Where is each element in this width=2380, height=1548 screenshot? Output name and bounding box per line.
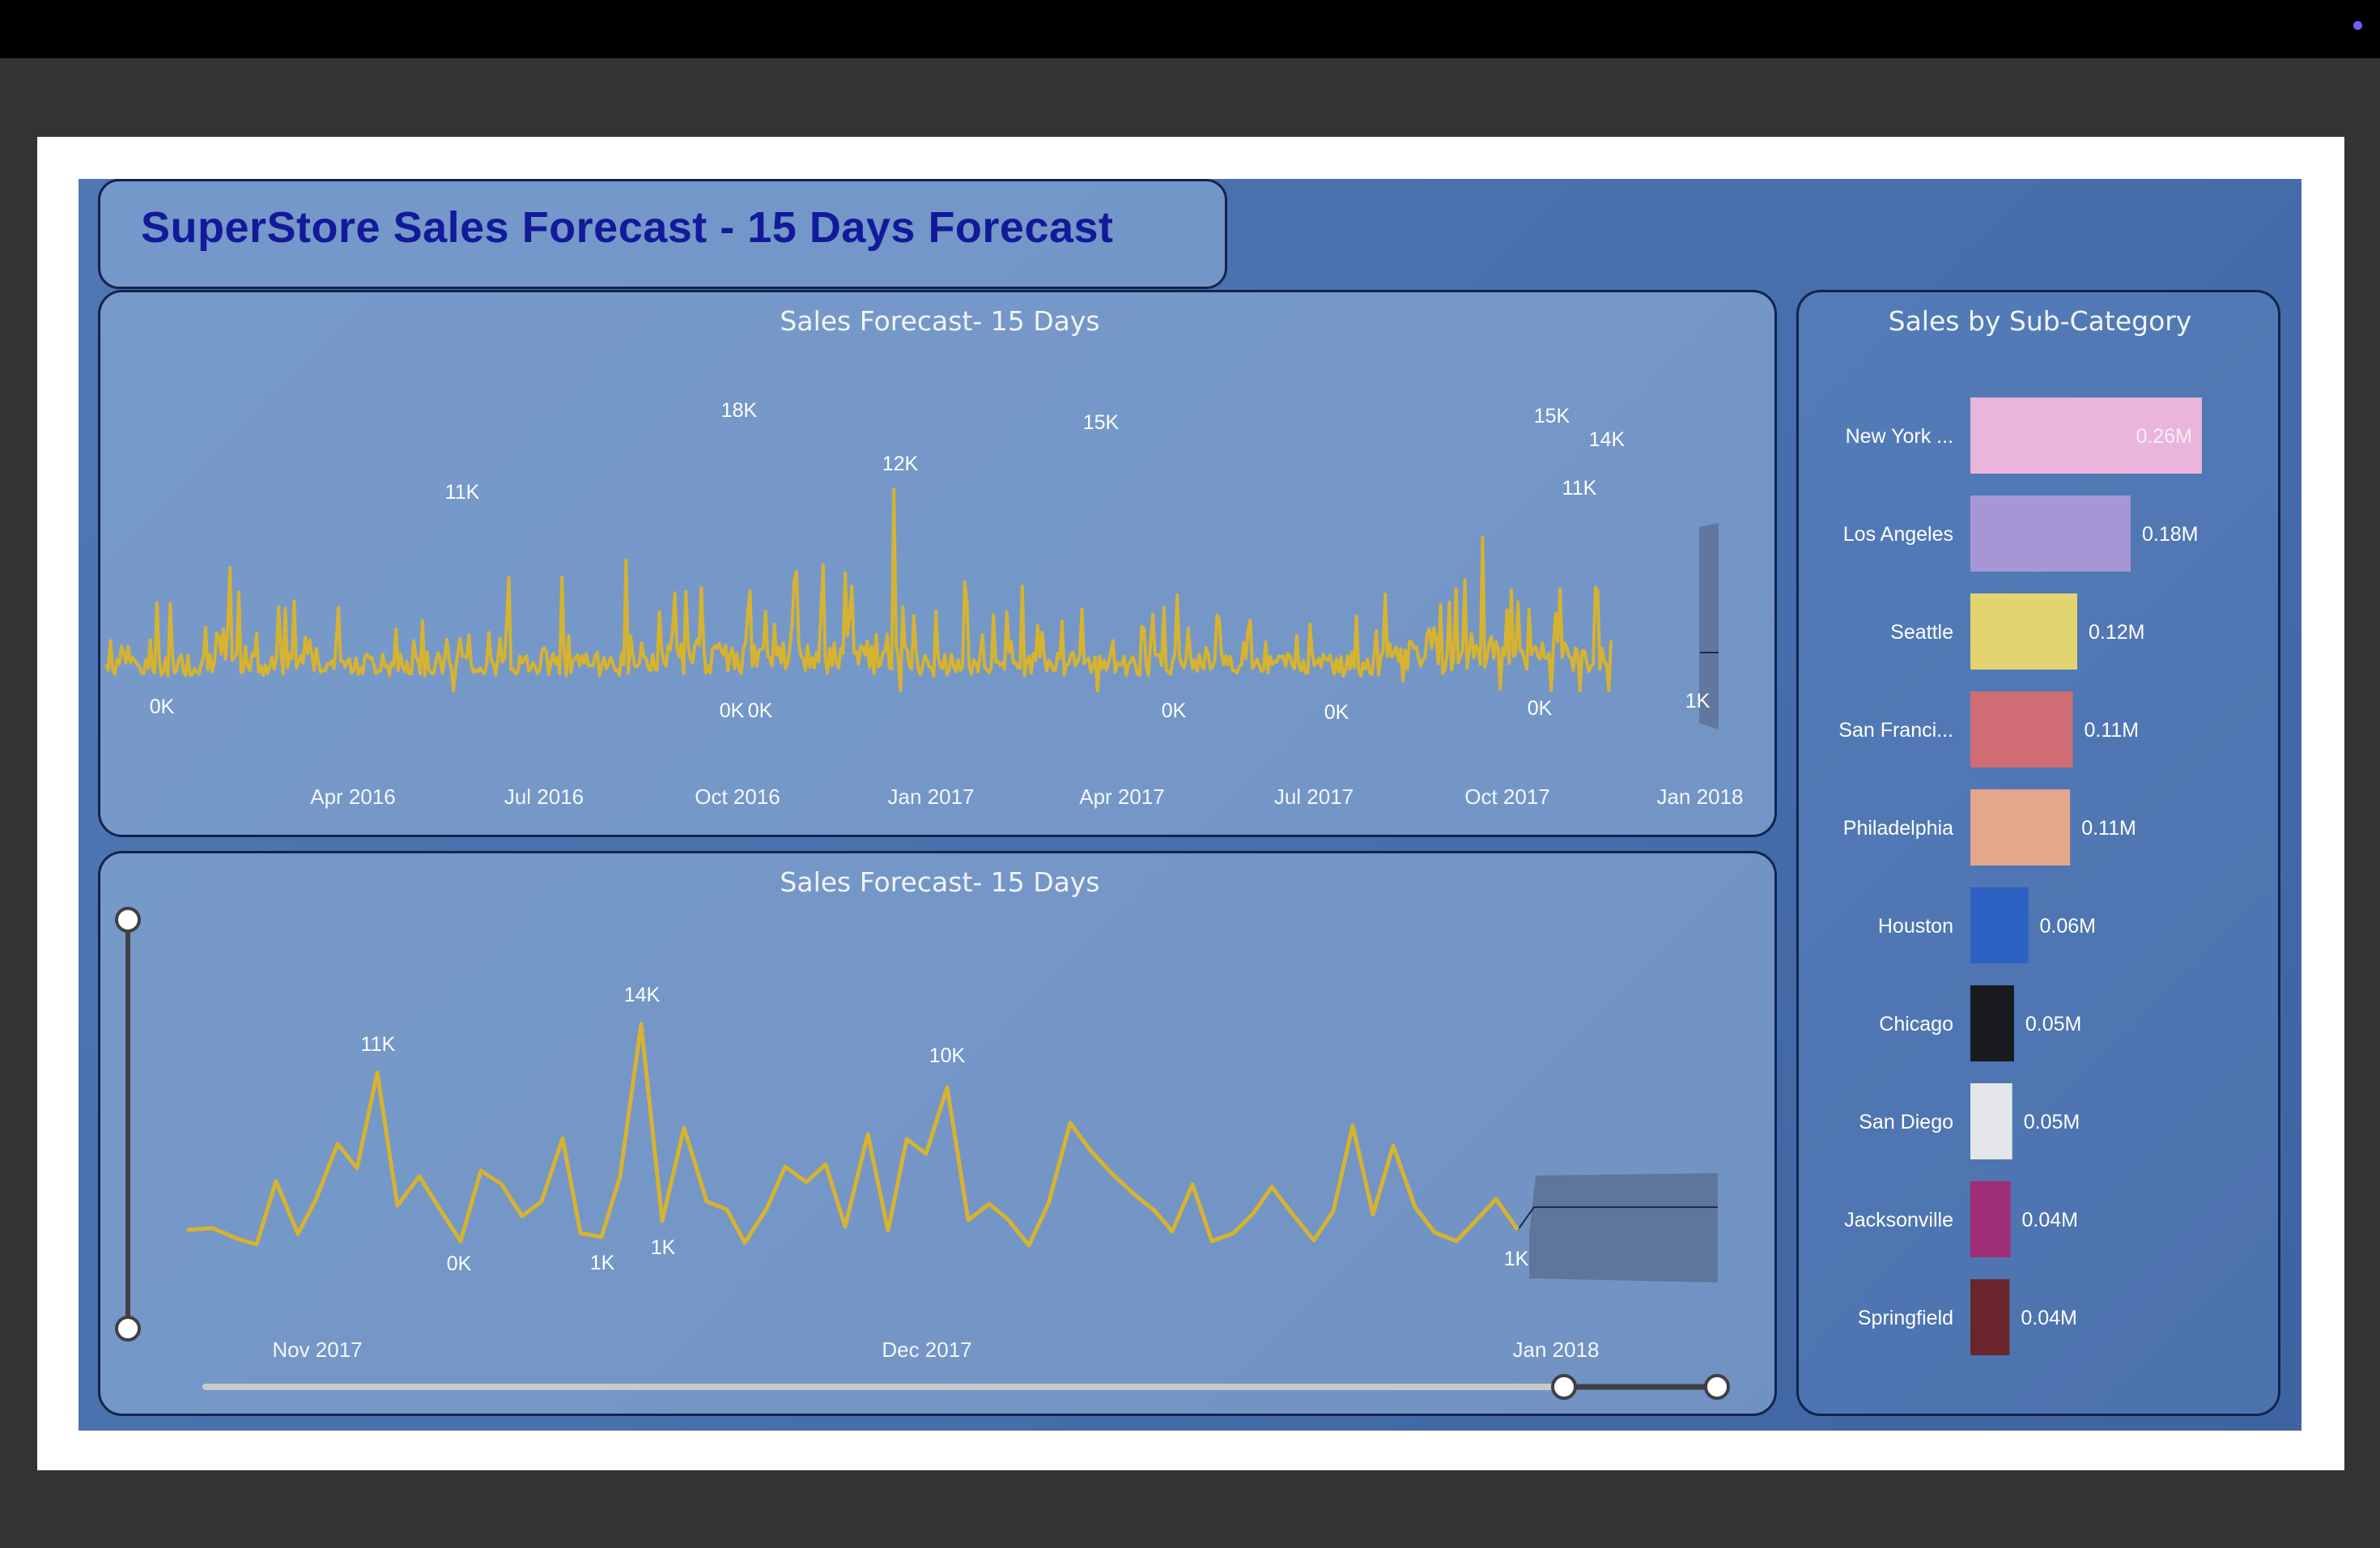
bar[interactable] [1970,789,2071,865]
top-x-tick-label: Oct 2017 [1464,785,1550,809]
sub-category-panel[interactable]: Sales by Sub-Category New York ... 0.26M L… [1796,290,2280,1416]
bar-category-label: San Diego [1859,1111,1953,1133]
top-peak-label: 0K [150,695,175,718]
bottom-point-label: 1K [651,1236,676,1259]
top-x-tick-label: Jul 2016 [504,785,584,809]
top-peak-label: 18K [721,399,758,422]
dashboard-title-box: SuperStore Sales Forecast - 15 Days Fore… [98,179,1227,289]
bar[interactable] [1970,593,2077,670]
bottom-point-label: 10K [929,1044,966,1067]
bar[interactable] [1970,691,2073,768]
top-x-tick-label: Apr 2016 [310,785,396,809]
top-peak-label: 0K [1528,697,1553,720]
top-bar [0,0,2380,58]
bar-category-label: San Franci... [1838,719,1953,742]
bar-value-label: 0.04M [2021,1307,2076,1329]
top-peak-label: 0K [720,700,745,722]
dashboard-title: SuperStore Sales Forecast - 15 Days Fore… [141,203,1114,252]
top-x-tick-label: Apr 2017 [1079,785,1165,809]
bottom-point-label: 1K [1504,1248,1529,1270]
top-forecast-chart[interactable]: 0K11K18K0K 0K12K15K0K 0K 0K15K11K14K1KApr 2… [100,292,1774,835]
bar[interactable] [1970,495,2131,572]
bar-value-label: 0.11M [2085,719,2140,742]
bottom-x-tick-label: Nov 2017 [272,1337,362,1362]
bottom-forecast-panel[interactable]: Sales Forecast- 15 Days 11K 0K 14K 1K 1K 10K 1… [98,851,1777,1416]
bar-value-label: 0.05M [2025,1013,2081,1036]
top-peak-label: 11K [1562,477,1597,500]
bottom-sales-line [186,1022,1520,1248]
bottom-x-tick-label: Dec 2017 [882,1337,971,1362]
horizontal-zoom-handle-left[interactable] [1551,1374,1577,1400]
bar[interactable] [1970,1181,2011,1257]
bottom-point-label: 0K [447,1252,472,1275]
top-peak-label: 11K [445,481,480,504]
bar-value-label: 0.05M [2024,1111,2080,1133]
bar-value-label: 0.26M [2136,425,2192,448]
bar[interactable] [1970,1083,2012,1159]
top-peak-label: 1K [1685,690,1711,712]
vertical-zoom-handle-top[interactable] [115,907,141,933]
top-peak-label: 0K [1324,701,1349,724]
bar[interactable] [1970,887,2029,963]
bar-value-label: 0.06M [2040,915,2096,938]
bottom-forecast-band [1529,1173,1718,1282]
bar-category-label: Los Angeles [1843,523,1953,546]
top-peak-label: 14K [1589,428,1626,451]
bar-category-label: Seattle [1890,621,1953,644]
bar-category-label: Springfield [1858,1307,1953,1329]
bar-value-label: 0.18M [2142,523,2198,546]
bar-category-label: Chicago [1879,1013,1953,1036]
bar-category-label: Jacksonville [1844,1209,1953,1231]
bar-value-label: 0.12M [2089,621,2144,644]
bar-category-label: Philadelphia [1843,817,1953,840]
horizontal-zoom-handle-right[interactable] [1704,1374,1730,1400]
top-peak-label: 12K [882,453,919,475]
bar[interactable] [1970,1279,2010,1355]
bottom-point-label: 14K [624,984,661,1006]
bottom-point-label: 1K [590,1252,615,1274]
top-x-tick-label: Jul 2017 [1274,785,1354,809]
bar-value-label: 0.11M [2081,817,2136,840]
top-x-tick-label: Jan 2018 [1657,785,1744,809]
bar-value-label: 0.04M [2022,1209,2078,1231]
bottom-point-label: 11K [361,1033,396,1056]
bottom-forecast-chart[interactable]: 11K 0K 14K 1K 1K 10K 1K Nov 2017 Dec 2017 Jan 201… [100,853,1774,1414]
top-peak-label: 0K [1162,700,1187,722]
bar-category-label: Houston [1878,915,1953,938]
top-forecast-panel[interactable]: Sales Forecast- 15 Days 0K 11K 18K 0K 0K 12K 1… [98,290,1777,837]
sub-category-bar-chart[interactable]: New York ... 0.26M Los Angeles 0.18M Seattle… [1799,292,2278,1414]
top-peak-label: 0K [748,700,773,722]
top-x-tick-label: Jan 2017 [888,785,975,809]
vertical-zoom-handle-bottom[interactable] [115,1316,141,1342]
top-sales-line [104,487,1613,692]
bar-category-label: New York ... [1846,425,1953,448]
top-peak-label: 15K [1083,411,1120,434]
top-x-tick-label: Oct 2016 [695,785,780,809]
status-dot-icon [2353,21,2362,30]
bar[interactable] [1970,985,2014,1061]
bottom-x-tick-label: Jan 2018 [1513,1337,1600,1362]
top-peak-label: 15K [1534,405,1570,427]
